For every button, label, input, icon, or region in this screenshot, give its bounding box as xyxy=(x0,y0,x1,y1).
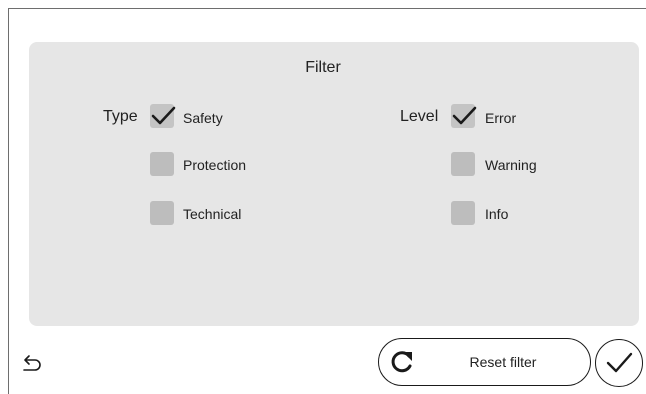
checkbox-info[interactable] xyxy=(451,201,475,225)
checkmark-icon xyxy=(452,106,477,125)
checkmark-icon xyxy=(606,352,633,373)
panel-title: Filter xyxy=(305,59,341,76)
reset-filter-label: Reset filter xyxy=(469,354,537,370)
checkbox-safety[interactable] xyxy=(150,104,176,128)
checkbox-warning[interactable] xyxy=(451,152,475,176)
option-label-technical: Technical xyxy=(183,206,242,222)
confirm-button[interactable] xyxy=(595,339,643,387)
checkbox-error[interactable] xyxy=(451,104,477,128)
filter-panel xyxy=(29,42,639,326)
option-label-error: Error xyxy=(485,110,517,126)
checkbox-technical[interactable] xyxy=(150,201,174,225)
level-group-label: Level xyxy=(400,108,439,125)
refresh-icon xyxy=(391,351,412,373)
back-button[interactable] xyxy=(20,352,44,376)
option-label-protection: Protection xyxy=(183,157,247,173)
option-label-info: Info xyxy=(485,206,509,222)
checkbox-protection[interactable] xyxy=(150,152,174,176)
undo-arrow-icon xyxy=(23,355,41,371)
option-label-warning: Warning xyxy=(485,157,537,173)
option-label-safety: Safety xyxy=(183,110,223,126)
type-group-label: Type xyxy=(103,108,138,125)
reset-filter-button[interactable]: Reset filter xyxy=(378,338,591,386)
checkmark-icon xyxy=(151,106,176,125)
